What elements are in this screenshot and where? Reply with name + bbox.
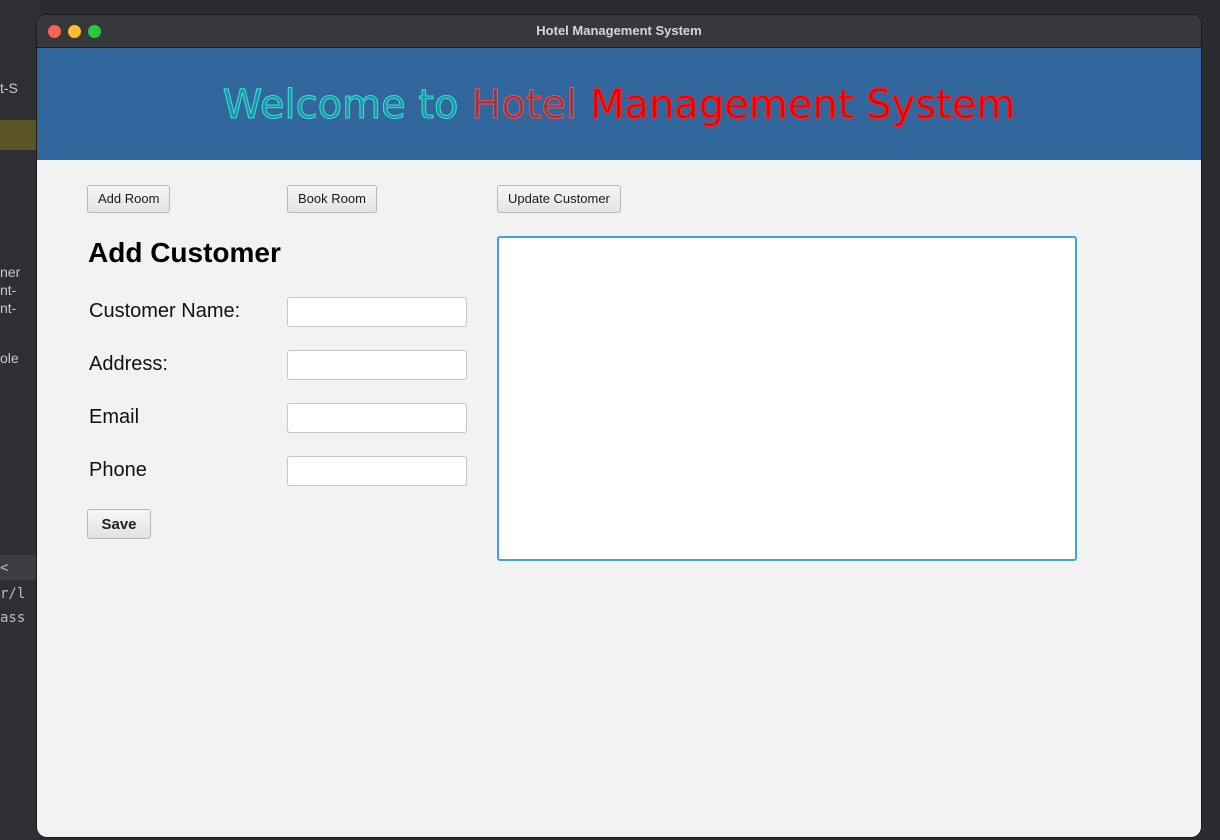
address-input[interactable]: [287, 350, 467, 380]
welcome-text-part2: Hotel: [471, 82, 590, 129]
background-text: t-S: [0, 80, 18, 96]
background-text: nt-: [0, 300, 17, 316]
address-label: Address:: [89, 353, 168, 375]
page-title: Add Customer: [88, 237, 281, 268]
update-customer-button[interactable]: Update Customer: [497, 185, 621, 213]
phone-input[interactable]: [287, 456, 467, 486]
background-text: ole: [0, 350, 19, 366]
book-room-button[interactable]: Book Room: [287, 185, 377, 213]
background-text: ass: [0, 610, 26, 626]
output-text-area[interactable]: [497, 236, 1077, 561]
window-title: Hotel Management System: [536, 23, 702, 38]
background-text: <: [0, 560, 9, 576]
email-label: Email: [89, 406, 140, 428]
welcome-text-part1: Welcome to: [222, 82, 472, 129]
background-text: r/l: [0, 586, 26, 602]
background-highlight: [0, 120, 40, 150]
welcome-heading: Welcome to Hotel Management System: [37, 82, 1201, 129]
welcome-banner: Welcome to Hotel Management System: [37, 48, 1201, 160]
phone-label: Phone: [89, 459, 147, 481]
customer-name-input[interactable]: [287, 297, 467, 327]
add-room-button[interactable]: Add Room: [87, 185, 171, 213]
customer-name-label: Customer Name:: [89, 300, 241, 322]
background-text: nt-: [0, 282, 17, 298]
title-bar[interactable]: Hotel Management System: [37, 15, 1201, 48]
welcome-text-part3: Management System: [589, 82, 1016, 129]
email-input[interactable]: [287, 403, 467, 433]
app-window: Hotel Management System Welcome to Hotel…: [37, 15, 1201, 837]
save-button[interactable]: Save: [87, 509, 151, 539]
background-text: ner: [0, 264, 21, 280]
